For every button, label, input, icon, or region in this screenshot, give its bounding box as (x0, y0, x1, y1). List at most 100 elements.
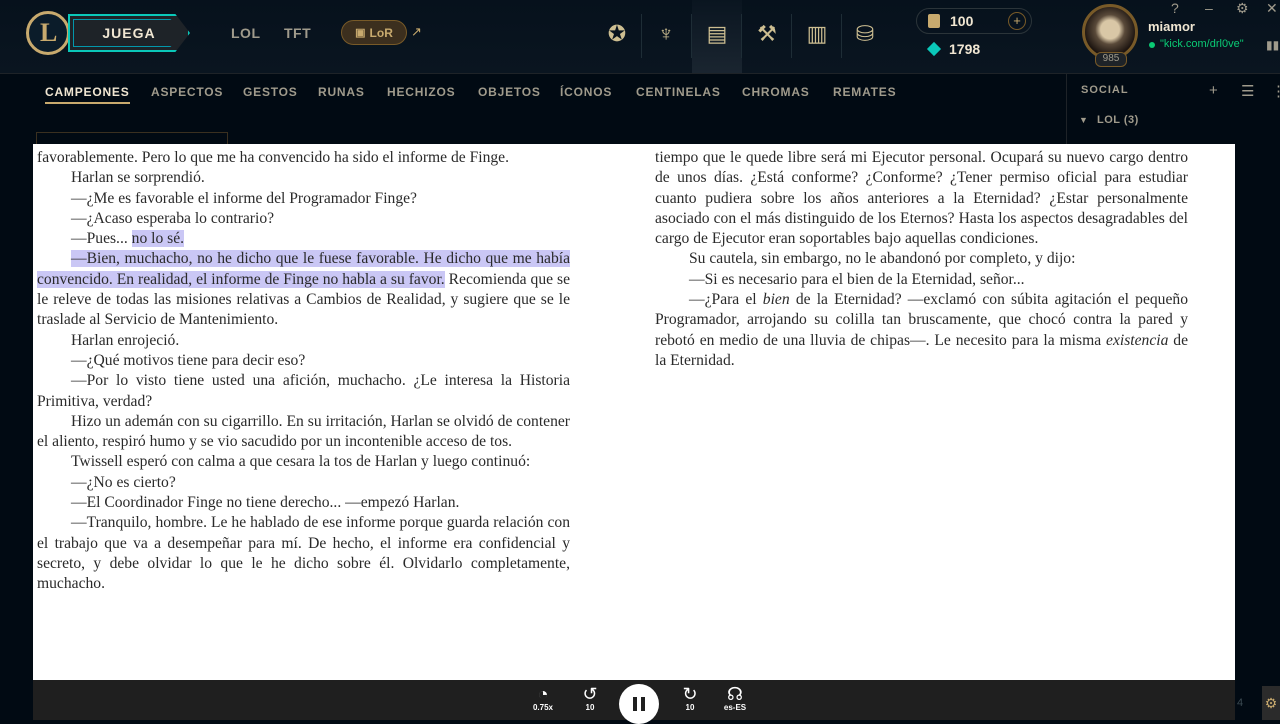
paragraph: —Bien, muchacho, no he dicho que le fues… (37, 249, 570, 330)
tab-runas[interactable]: RUNAS (318, 85, 365, 99)
lol-link[interactable]: LOL (231, 25, 261, 41)
status-message[interactable]: "kick.com/drl0ve" (1160, 38, 1244, 50)
tab-aspectos[interactable]: ASPECTOS (151, 85, 223, 99)
forward-seconds: 10 (685, 703, 695, 712)
rp-balance[interactable]: 100 (928, 13, 973, 29)
play-button[interactable]: JUEGA (68, 14, 190, 52)
tab-remates[interactable]: REMATES (833, 85, 896, 99)
buy-rp-button[interactable]: + (1008, 12, 1026, 30)
help-icon[interactable]: ? (1171, 0, 1179, 16)
friend-group-lol[interactable]: LOL (3) (1097, 114, 1139, 126)
paragraph-text: —Por lo visto tiene usted una afición, m… (37, 372, 570, 410)
paragraph-text: —Tranquilo, hombre. Le he hablado de ese… (37, 514, 570, 593)
paragraph: —¿Qué motivos tiene para decir eso? (37, 351, 570, 371)
paragraph: —¿Para el bien de la Eternidad? —exclamó… (655, 290, 1188, 371)
pause-button[interactable] (619, 684, 659, 724)
paragraph-text: —¿Qué motivos tiene para decir eso? (71, 351, 306, 369)
paragraph: Harlan enrojeció. (37, 331, 570, 351)
rewind-button[interactable]: ↺ 10 (573, 684, 607, 718)
paragraph-text: —¿Para el (689, 291, 763, 309)
nav-divider (841, 14, 842, 58)
collection-subnav: CAMPEONES ASPECTOS GESTOS RUNAS HECHIZOS… (0, 74, 1066, 112)
nav-divider (691, 14, 692, 58)
league-logo-icon[interactable]: L (26, 11, 70, 55)
forward-button[interactable]: ↻ 10 (673, 684, 707, 718)
nav-divider (741, 14, 742, 58)
voice-icon: ☊ (727, 684, 743, 704)
crafting-icon[interactable]: ⚒ (751, 18, 783, 50)
paragraph: Su cautela, sin embargo, no le abandonó … (655, 249, 1188, 269)
paragraph: Hizo un ademán con su cigarrillo. En su … (37, 412, 570, 453)
tft-link[interactable]: TFT (284, 25, 311, 41)
rp-coin-icon (928, 14, 940, 28)
lor-icon: ▣ (355, 27, 366, 39)
close-icon[interactable]: ✕ (1266, 0, 1278, 17)
social-title: SOCIAL (1081, 84, 1129, 96)
level-badge: 985 (1095, 52, 1127, 67)
tab-gestos[interactable]: GESTOS (243, 85, 298, 99)
rp-amount: 100 (950, 13, 974, 29)
paragraph: —¿Me es favorable el informe del Program… (37, 189, 570, 209)
paragraph-text: —Si es necesario para el bien de la Eter… (689, 270, 1025, 288)
top-bar: L JUEGA LOL TFT ▣ LoR ↗ ✪ ♆ ▤ ⚒ ▥ ⛁ 100 … (0, 0, 1280, 74)
lor-button[interactable]: ▣ LoR (341, 20, 407, 45)
paragraph-text: Twissell esperó con calma a que cesara l… (71, 453, 531, 471)
pause-icon-bar (633, 697, 637, 711)
highlighted-text: no lo sé. (131, 230, 185, 248)
tab-chromas[interactable]: CHROMAS (742, 85, 810, 99)
tab-hechizos[interactable]: HECHIZOS (387, 85, 455, 99)
tab-objetos[interactable]: OBJETOS (478, 85, 541, 99)
be-amount: 1798 (949, 41, 981, 57)
tab-campeones[interactable]: CAMPEONES (45, 85, 130, 104)
forward-icon: ↻ (682, 684, 698, 704)
chevron-down-icon[interactable]: ▼ (1079, 115, 1088, 125)
right-column: tiempo que le quede libre será mi Ejecut… (655, 148, 1188, 371)
trophy-icon[interactable]: ✪ (601, 18, 633, 50)
paragraph: —Tranquilo, hombre. Le he hablado de ese… (37, 513, 570, 594)
paragraph-text: tiempo que le quede libre será mi Ejecut… (655, 149, 1188, 248)
paragraph: —Si es necesario para el bien de la Eter… (655, 270, 1188, 290)
minimize-icon[interactable]: – (1205, 0, 1213, 16)
tab-centinelas[interactable]: CENTINELAS (636, 85, 721, 99)
social-menu-icon[interactable]: ⋮ (1271, 82, 1280, 100)
collection-icon[interactable]: ▥ (801, 18, 833, 50)
corner-settings-icon[interactable]: ⚙ (1262, 686, 1280, 720)
language-label: es-ES (723, 703, 747, 712)
paragraph: —¿No es cierto? (37, 473, 570, 493)
emphasis-text: bien (762, 291, 790, 309)
rewind-seconds: 10 (585, 703, 595, 712)
paragraph: tiempo que le quede libre será mi Ejecut… (655, 148, 1188, 249)
emphasis-text: existencia (1106, 331, 1169, 349)
paragraph: Harlan se sorprendió. (37, 168, 570, 188)
external-link-icon[interactable]: ↗ (411, 24, 422, 40)
paragraph: —¿Acaso esperaba lo contrario? (37, 209, 570, 229)
clash-icon[interactable]: ♆ (650, 18, 682, 50)
paragraph-text: —Pues... (71, 230, 132, 248)
settings-icon[interactable]: ⚙ (1236, 0, 1249, 17)
pause-icon-bar (641, 697, 645, 711)
speed-button[interactable]: ◔ 0.75x (526, 684, 560, 718)
paragraph-text: Harlan se sorprendió. (71, 169, 205, 187)
blue-essence-icon (926, 41, 942, 57)
nav-divider (791, 14, 792, 58)
reader-player-bar: ◔ 0.75x ↺ 10 ↻ 10 ☊ es-ES (33, 680, 1235, 724)
paragraph: —Pues... no lo sé. (37, 229, 570, 249)
gauge-icon: ◔ (537, 684, 549, 704)
collapse-icon[interactable]: ▮▮ (1266, 38, 1279, 52)
be-balance: 1798 (926, 41, 981, 57)
voice-language-button[interactable]: ☊ es-ES (718, 684, 752, 718)
paragraph-text: —¿Acaso esperaba lo contrario? (71, 209, 275, 227)
store-icon[interactable]: ▤ (701, 18, 733, 50)
nav-divider (641, 14, 642, 58)
paragraph-text: —El Coordinador Finge no tiene derecho..… (71, 494, 460, 512)
tab-iconos[interactable]: ÍCONOS (560, 85, 612, 99)
username[interactable]: miamor (1148, 19, 1195, 34)
list-view-icon[interactable]: ☰ (1241, 82, 1254, 100)
loot-icon[interactable]: ⛁ (849, 18, 881, 50)
online-status-icon (1149, 42, 1155, 48)
left-column: favorablemente. Pero lo que me ha conven… (37, 148, 570, 595)
paragraph-text: favorablemente. Pero lo que me ha conven… (37, 149, 509, 166)
add-friend-icon[interactable]: + (1209, 82, 1218, 99)
logo-letter: L (40, 18, 58, 47)
rewind-icon: ↺ (582, 684, 598, 704)
